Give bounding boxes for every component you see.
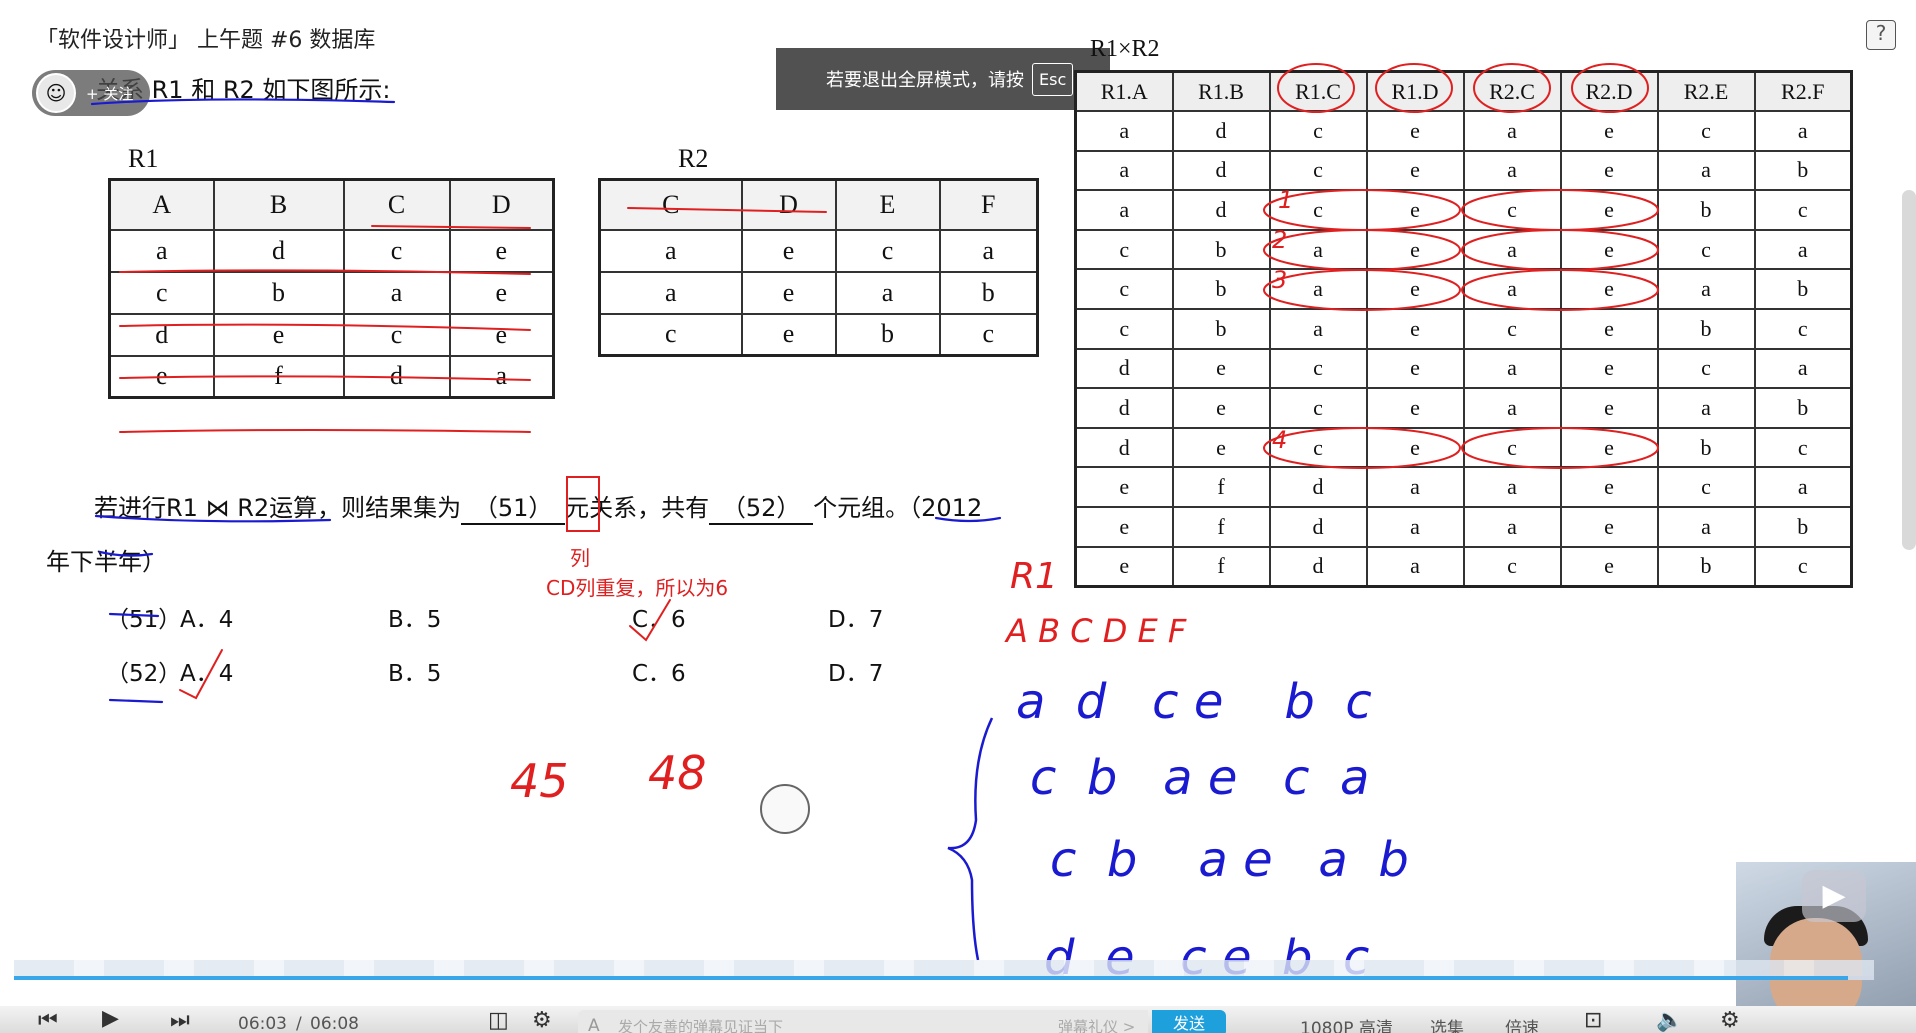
speed-button[interactable]: 倍速: [1505, 1014, 1539, 1033]
handwritten-row: c b a e c a: [1030, 750, 1370, 806]
episodes-button[interactable]: 选集: [1430, 1014, 1464, 1033]
handwritten-calc-48: 48: [648, 746, 707, 800]
danmu-etiquette-link[interactable]: 弹幕礼仪 >: [1058, 1016, 1135, 1033]
danmu-toggle-icon[interactable]: ◫: [488, 1008, 509, 1033]
row-marker: 1: [1278, 186, 1294, 214]
danmu-a-icon: A: [588, 1016, 600, 1033]
pointer-cursor-icon: [760, 784, 810, 834]
volume-icon[interactable]: 🔈: [1656, 1008, 1683, 1033]
annotation-ink: [90, 63, 1659, 961]
danmu-settings-icon[interactable]: ⚙: [532, 1008, 552, 1033]
handwritten-calc-45: 45: [510, 754, 569, 808]
row-marker: 2: [1272, 226, 1288, 254]
subtitle-icon[interactable]: ⊡: [1584, 1008, 1602, 1033]
row-marker: 3: [1272, 266, 1288, 294]
next-icon[interactable]: ⏭: [170, 1008, 190, 1033]
time-separator: /: [296, 1014, 302, 1033]
danmu-input[interactable]: A 发个友善的弹幕见证当下 弹幕礼仪 >: [578, 1010, 1148, 1033]
time-current: 06:03: [238, 1014, 287, 1033]
player-controls: ⏮ ▶ ⏭ 06:03 / 06:08 ◫ ⚙ A 发个友善的弹幕见证当下 弹幕…: [0, 1006, 1916, 1033]
send-button[interactable]: 发送: [1152, 1010, 1226, 1033]
handwritten-row: a d c e b c: [1016, 674, 1372, 730]
previous-icon[interactable]: ⏮: [38, 1008, 58, 1033]
progress-fill: [14, 976, 1848, 980]
settings-icon[interactable]: ⚙: [1720, 1008, 1740, 1033]
time-total: 06:08: [310, 1014, 359, 1033]
danmu-placeholder: 发个友善的弹幕见证当下: [618, 1018, 784, 1033]
handwritten-row: c b a e a b: [1050, 832, 1409, 888]
play-icon[interactable]: ▶: [1802, 870, 1866, 922]
play-pause-icon[interactable]: ▶: [102, 1006, 119, 1031]
handwritten-result-title: R1: [1010, 556, 1058, 597]
row-marker: 4: [1272, 426, 1288, 454]
progress-heatmap: [14, 960, 1874, 976]
handwritten-result-headers: A B C D E F: [1006, 612, 1187, 650]
quality-selector[interactable]: 1080P 高清: [1300, 1014, 1393, 1033]
